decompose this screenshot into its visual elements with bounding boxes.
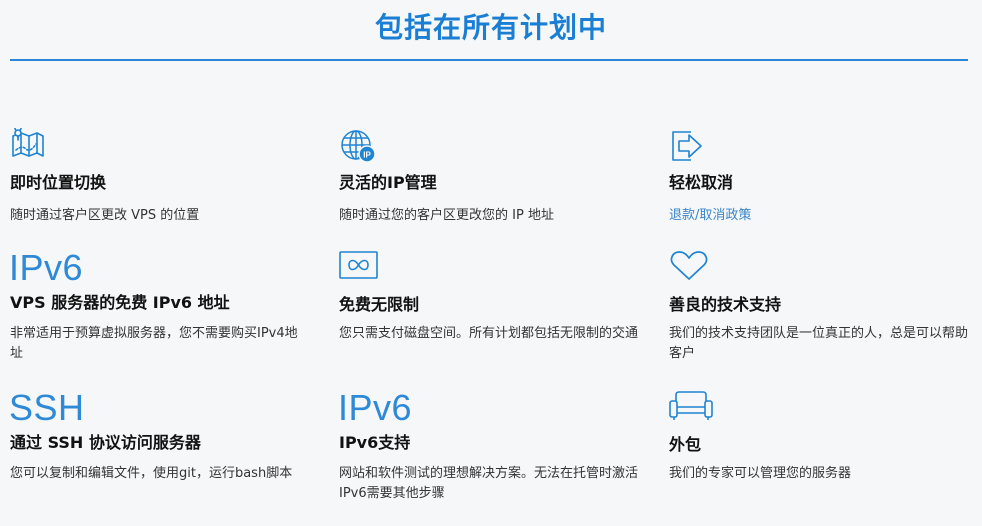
svg-text:IP: IP xyxy=(363,151,371,160)
page-title: 包括在所有计划中 xyxy=(374,11,607,44)
infinity-icon xyxy=(339,250,379,280)
feature-description: 非常适用于预算虚拟服务器，您不需要购买IPv4地址 xyxy=(10,326,298,361)
feature-description: 网站和软件测试的理想解决方案。无法在托管时激活IPv6需要其他步骤 xyxy=(339,466,639,501)
feature-title: 即时位置切换 xyxy=(10,173,107,192)
feature-description: 您只需支付磁盘空间。所有计划都包括无限制的交通 xyxy=(339,326,639,341)
globe-ip-icon: IP xyxy=(339,128,377,164)
feature-description-wrap: 退款/取消政策 xyxy=(669,206,969,226)
feature-description: 随时通过您的客户区更改您的 IP 地址 xyxy=(339,208,554,223)
feature-title: 免费无限制 xyxy=(339,295,420,314)
feature-title: 轻松取消 xyxy=(669,173,734,192)
title-divider xyxy=(10,59,968,61)
refund-policy-link[interactable]: 退款/取消政策 xyxy=(669,208,751,223)
feature-title: IPv6支持 xyxy=(339,433,411,452)
heart-icon xyxy=(669,250,709,282)
ipv6-logo-text: IPv6 xyxy=(9,247,84,288)
feature-title: VPS 服务器的免费 IPv6 地址 xyxy=(10,293,230,312)
sofa-icon xyxy=(669,390,713,422)
feature-title: 通过 SSH 协议访问服务器 xyxy=(10,433,201,452)
map-pin-icon xyxy=(10,128,46,160)
feature-description: 我们的技术支持团队是一位真正的人，总是可以帮助客户 xyxy=(669,326,969,361)
exit-arrow-icon xyxy=(669,128,705,164)
feature-description: 您可以复制和编辑文件，使用git，运行bash脚本 xyxy=(10,466,293,481)
feature-title: 灵活的IP管理 xyxy=(339,173,437,192)
ssh-logo-text: SSH xyxy=(9,387,85,428)
feature-description: 随时通过客户区更改 VPS 的位置 xyxy=(10,208,200,223)
feature-title: 外包 xyxy=(669,435,702,454)
feature-description: 我们的专家可以管理您的服务器 xyxy=(669,466,852,481)
ipv6-logo-text: IPv6 xyxy=(338,387,413,428)
feature-title: 善良的技术支持 xyxy=(669,295,782,314)
